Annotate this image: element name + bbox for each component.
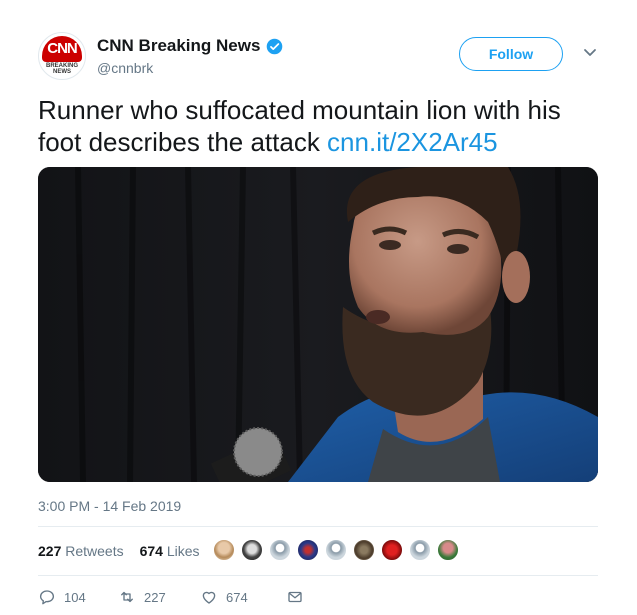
liker-avatar[interactable]: [213, 539, 235, 561]
mail-icon: [288, 591, 302, 603]
retweets-stat[interactable]: 227 Retweets: [38, 543, 124, 559]
liker-avatar[interactable]: [297, 539, 319, 561]
account-avatar[interactable]: CNN BREAKING NEWS: [38, 32, 86, 80]
retweet-count: 227: [144, 589, 166, 605]
follow-button[interactable]: Follow: [459, 37, 563, 71]
liker-avatar[interactable]: [437, 539, 459, 561]
liker-avatar[interactable]: [409, 539, 431, 561]
cnn-logo-text: CNN: [42, 36, 82, 62]
divider: [38, 575, 598, 576]
liker-avatar[interactable]: [353, 539, 375, 561]
verified-badge-icon: [267, 38, 283, 54]
liker-avatar[interactable]: [325, 539, 347, 561]
like-button[interactable]: 674: [200, 588, 286, 606]
liker-avatar[interactable]: [241, 539, 263, 561]
engagement-stats: 227 Retweets 674 Likes: [38, 543, 200, 559]
divider: [38, 526, 598, 527]
liker-avatars: [213, 539, 459, 561]
direct-message-button[interactable]: [286, 588, 304, 606]
reply-icon: [39, 590, 55, 605]
reply-count: 104: [64, 589, 86, 605]
cnn-logo-subtext: BREAKING NEWS: [45, 63, 78, 75]
retweet-button[interactable]: 227: [118, 588, 200, 606]
account-name[interactable]: CNN Breaking News: [97, 36, 283, 56]
tweet-text: Runner who suffocated mountain lion with…: [38, 94, 608, 158]
retweet-icon: [121, 591, 133, 603]
tweet-timestamp[interactable]: 3:00 PM - 14 Feb 2019: [38, 498, 181, 514]
tweet-media-image[interactable]: [38, 167, 598, 482]
liker-avatar[interactable]: [269, 539, 291, 561]
likes-count: 674: [139, 543, 163, 559]
heart-icon: [202, 591, 216, 604]
likes-label: Likes: [166, 543, 200, 559]
reply-button[interactable]: 104: [38, 588, 118, 606]
like-count: 674: [226, 589, 248, 605]
display-name[interactable]: CNN Breaking News: [97, 36, 260, 56]
tweet-link[interactable]: cnn.it/2X2Ar45: [327, 127, 498, 157]
chevron-down-icon[interactable]: [583, 48, 597, 58]
likes-stat[interactable]: 674 Likes: [140, 543, 200, 559]
account-handle[interactable]: @cnnbrk: [97, 60, 153, 76]
video-still-illustration: [38, 167, 598, 482]
retweets-count: 227: [38, 543, 62, 559]
retweets-label: Retweets: [65, 543, 124, 559]
tweet-actions: 104 227 674: [38, 588, 304, 606]
liker-avatar[interactable]: [381, 539, 403, 561]
